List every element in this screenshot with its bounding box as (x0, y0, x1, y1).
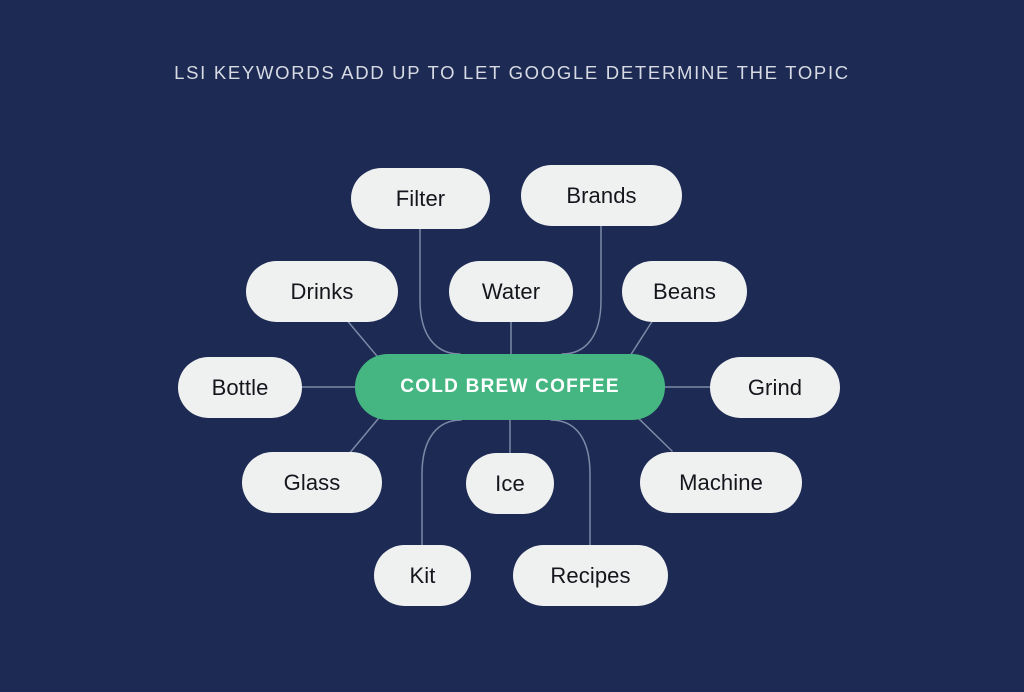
keyword-node-water-label: Water (481, 278, 541, 304)
central-topic-node[interactable]: COLD BREW COFFEE (355, 354, 665, 420)
keyword-node-machine-label: Machine (679, 469, 763, 495)
keyword-node-filter[interactable]: Filter (351, 168, 490, 229)
keyword-node-recipes[interactable]: Recipes (513, 545, 668, 606)
edge-layer (301, 225, 712, 546)
keyword-node-drinks[interactable]: Drinks (246, 261, 398, 322)
keyword-node-bottle[interactable]: Bottle (178, 357, 302, 418)
keyword-node-machine[interactable]: Machine (640, 452, 802, 513)
keyword-node-drinks-label: Drinks (290, 278, 354, 304)
keyword-node-glass[interactable]: Glass (242, 452, 382, 513)
keyword-node-brands[interactable]: Brands (521, 165, 682, 226)
keyword-node-beans-label: Beans (653, 278, 716, 304)
keyword-node-brands-label: Brands (566, 182, 637, 208)
keyword-node-bottle-label: Bottle (211, 374, 269, 400)
keyword-node-grind-label: Grind (747, 374, 803, 400)
keyword-node-glass-label: Glass (283, 469, 341, 495)
mindmap-canvas: LSI KEYWORDS ADD UP TO LET GOOGLE DETERM… (0, 0, 1024, 692)
central-topic-node-label: COLD BREW COFFEE (400, 376, 620, 397)
edge-beans (629, 319, 654, 357)
keyword-node-kit-label: Kit (409, 562, 436, 588)
keyword-node-water[interactable]: Water (449, 261, 573, 322)
keyword-node-recipes-label: Recipes (550, 562, 631, 588)
keyword-node-ice[interactable]: Ice (466, 453, 554, 514)
edge-kit (421, 419, 462, 546)
keyword-node-filter-label: Filter (395, 185, 446, 211)
edge-recipes (550, 419, 591, 546)
keyword-node-grind[interactable]: Grind (710, 357, 840, 418)
keyword-node-beans[interactable]: Beans (622, 261, 747, 322)
keyword-node-ice-label: Ice (495, 470, 525, 496)
keyword-node-kit[interactable]: Kit (374, 545, 471, 606)
edge-glass (347, 412, 384, 456)
